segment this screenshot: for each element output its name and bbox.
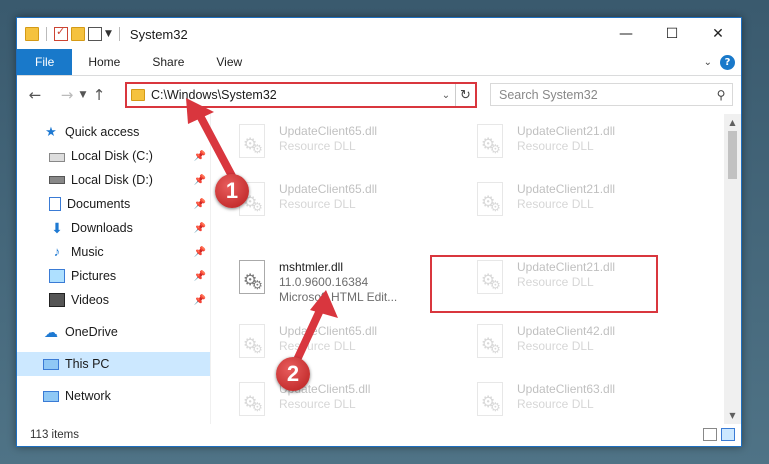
arrow-to-address-bar xyxy=(194,108,236,180)
step-1-badge: 1 xyxy=(215,174,249,208)
arrow-to-file xyxy=(292,302,326,366)
annotation-arrows xyxy=(186,98,338,366)
step-2-badge: 2 xyxy=(276,357,310,391)
